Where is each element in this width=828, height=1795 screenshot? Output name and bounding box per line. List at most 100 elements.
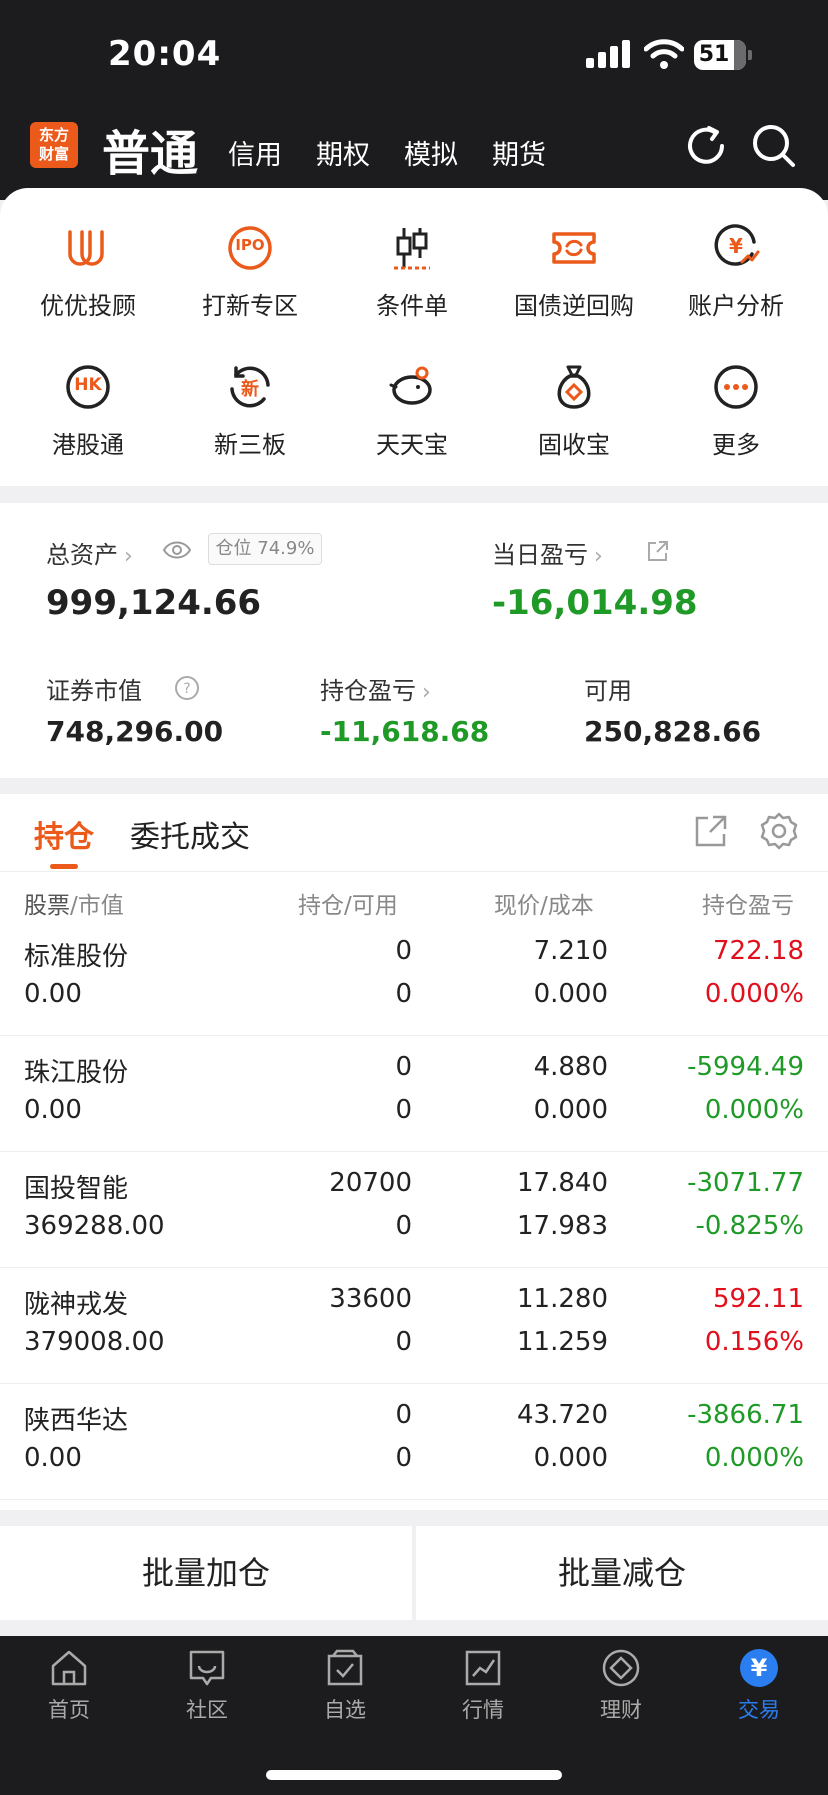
table-row[interactable]: 国投智能 369288.00 20700 0 17.840 17.983 -3071.77 -… bbox=[0, 1152, 828, 1268]
search-icon[interactable] bbox=[750, 122, 798, 170]
top-header: 20:04 51 东方 财富 普通 信用 期权 模拟 期货 bbox=[0, 0, 828, 200]
available-qty: 0 bbox=[395, 1095, 412, 1125]
col-stock: 股票 bbox=[24, 893, 70, 919]
current-price: 11.280 bbox=[517, 1284, 608, 1314]
help-icon[interactable]: ? bbox=[174, 675, 200, 701]
grid-item-hk-connect[interactable]: HK 港股通 bbox=[7, 363, 169, 460]
grid-item-reverse-repo[interactable]: 国债逆回购 bbox=[493, 224, 655, 321]
col-header-position[interactable]: 持仓/可用 bbox=[298, 886, 398, 920]
current-price: 43.720 bbox=[517, 1400, 608, 1430]
tab-futures[interactable]: 期货 bbox=[492, 133, 546, 172]
cost-price: 0.000 bbox=[533, 979, 608, 1009]
grid-label: 打新专区 bbox=[202, 292, 298, 320]
grid-label: 天天宝 bbox=[376, 431, 448, 459]
eye-icon[interactable] bbox=[162, 538, 192, 562]
grid-item-advisor[interactable]: 优优投顾 bbox=[7, 224, 169, 321]
cost-price: 0.000 bbox=[533, 1443, 608, 1473]
grid-item-condition-order[interactable]: 条件单 bbox=[331, 224, 493, 321]
share-icon[interactable] bbox=[646, 539, 670, 563]
ipo-icon: IPO bbox=[226, 224, 274, 272]
grid-label: 优优投顾 bbox=[40, 292, 136, 320]
money-bag-icon bbox=[550, 363, 598, 411]
grid-item-fixed-income[interactable]: 固收宝 bbox=[493, 363, 655, 460]
tab-normal[interactable]: 普通 bbox=[102, 114, 198, 184]
batch-add-button[interactable]: 批量加仓 bbox=[0, 1526, 412, 1620]
col-header-price[interactable]: 现价/成本 bbox=[494, 886, 594, 920]
grid-item-more[interactable]: 更多 bbox=[655, 363, 817, 460]
export-icon[interactable] bbox=[694, 814, 728, 848]
neeq-icon-text: 新 bbox=[241, 379, 259, 400]
col-header-pl[interactable]: 持仓盈亏 bbox=[702, 886, 804, 920]
grid-item-tiantianbao[interactable]: 天天宝 bbox=[331, 363, 493, 460]
position-pl: 592.11 bbox=[713, 1284, 804, 1314]
tab-simulate[interactable]: 模拟 bbox=[404, 133, 458, 172]
table-row[interactable]: 标准股份 0.00 0 0 7.210 0.000 722.18 0.000% bbox=[0, 920, 828, 1036]
col-header-stock[interactable]: 股票/市值 bbox=[24, 886, 124, 920]
current-price: 4.880 bbox=[533, 1052, 608, 1082]
grid-label: 账户分析 bbox=[688, 292, 784, 320]
nav-label: 首页 bbox=[48, 1698, 90, 1722]
position-pl-pct: 0.000% bbox=[704, 1095, 804, 1125]
nav-watchlist[interactable]: 自选 bbox=[276, 1648, 414, 1724]
cost-price: 17.983 bbox=[517, 1211, 608, 1241]
grid-item-ipo[interactable]: IPO 打新专区 bbox=[169, 224, 331, 321]
table-row[interactable]: 珠江股份 0.00 0 0 4.880 0.000 -5994.49 0.000% bbox=[0, 1036, 828, 1152]
daily-pl-link[interactable]: 当日盈亏 › bbox=[492, 535, 603, 570]
holdings-panel: 持仓 委托成交 股票/市值 持仓/可用 现价/成本 持仓盈亏 标准股份 0.00 0… bbox=[0, 794, 828, 1510]
position-pl: -3071.77 bbox=[687, 1168, 804, 1198]
tab-credit[interactable]: 信用 bbox=[228, 133, 282, 172]
neeq-icon: 新 bbox=[226, 363, 274, 411]
grid-label: 固收宝 bbox=[538, 431, 610, 459]
stock-name: 国投智能 bbox=[24, 1174, 129, 1204]
trade-icon: ¥ bbox=[739, 1648, 779, 1688]
table-row[interactable]: 陇神戎发 379008.00 33600 0 11.280 11.259 592.11 0.1… bbox=[0, 1268, 828, 1384]
app-logo: 东方 财富 bbox=[30, 122, 78, 168]
market-value: 379008.00 bbox=[24, 1327, 165, 1357]
nav-wealth[interactable]: 理财 bbox=[552, 1648, 690, 1724]
market-value: 369288.00 bbox=[24, 1211, 165, 1241]
watchlist-icon bbox=[325, 1648, 365, 1688]
candlestick-icon bbox=[388, 224, 436, 272]
market-icon bbox=[463, 1648, 503, 1688]
grid-item-neeq[interactable]: 新 新三板 bbox=[169, 363, 331, 460]
nav-home[interactable]: 首页 bbox=[0, 1648, 138, 1724]
nav-trade[interactable]: ¥ 交易 bbox=[690, 1648, 828, 1724]
tab-options[interactable]: 期权 bbox=[316, 133, 370, 172]
available-value: 250,828.66 bbox=[584, 715, 762, 748]
battery-icon: 51 bbox=[694, 40, 752, 70]
nav-market[interactable]: 行情 bbox=[414, 1648, 552, 1724]
total-assets-label: 总资产 bbox=[46, 541, 118, 569]
tab-orders[interactable]: 委托成交 bbox=[130, 812, 250, 856]
nav-label: 行情 bbox=[462, 1698, 504, 1722]
hold-pl-link[interactable]: 持仓盈亏 › bbox=[320, 671, 431, 706]
total-assets-link[interactable]: 总资产 › bbox=[46, 535, 133, 570]
available-label: 可用 bbox=[584, 677, 632, 705]
hk-icon: HK bbox=[64, 363, 112, 411]
refresh-icon[interactable] bbox=[682, 122, 730, 170]
market-value: 0.00 bbox=[24, 1095, 82, 1125]
tab-positions[interactable]: 持仓 bbox=[34, 812, 94, 856]
quick-access-grid: 优优投顾 IPO 打新专区 条件单 国债逆回购 ¥ 账户分析 HK 港股通 新 … bbox=[0, 188, 828, 486]
cost-price: 11.259 bbox=[517, 1327, 608, 1357]
chevron-right-icon: › bbox=[422, 680, 431, 705]
position-ratio-badge: 仓位 74.9% bbox=[208, 533, 322, 565]
nav-community[interactable]: 社区 bbox=[138, 1648, 276, 1724]
batch-reduce-button[interactable]: 批量减仓 bbox=[416, 1526, 828, 1620]
available-qty: 0 bbox=[395, 1443, 412, 1473]
home-indicator bbox=[266, 1770, 562, 1780]
market-value-label: 证券市值 bbox=[46, 677, 142, 705]
settings-icon[interactable] bbox=[760, 812, 798, 850]
market-value: 748,296.00 bbox=[46, 715, 224, 748]
market-value: 0.00 bbox=[24, 979, 82, 1009]
grid-item-account-analysis[interactable]: ¥ 账户分析 bbox=[655, 224, 817, 321]
position-pl-pct: -0.825% bbox=[695, 1211, 804, 1241]
account-analysis-icon: ¥ bbox=[712, 224, 760, 272]
piggy-bank-icon bbox=[388, 363, 436, 411]
assets-summary: 总资产 › 仓位 74.9% 999,124.66 当日盈亏 › -16,014.9… bbox=[0, 503, 828, 778]
table-row[interactable]: 陕西华达 0.00 0 0 43.720 0.000 -3866.71 0.000% bbox=[0, 1384, 828, 1500]
community-icon bbox=[187, 1648, 227, 1688]
tab-indicator bbox=[50, 864, 78, 869]
reverse-repo-icon bbox=[550, 224, 598, 272]
current-price: 7.210 bbox=[533, 936, 608, 966]
col-price: 现价 bbox=[494, 893, 540, 919]
